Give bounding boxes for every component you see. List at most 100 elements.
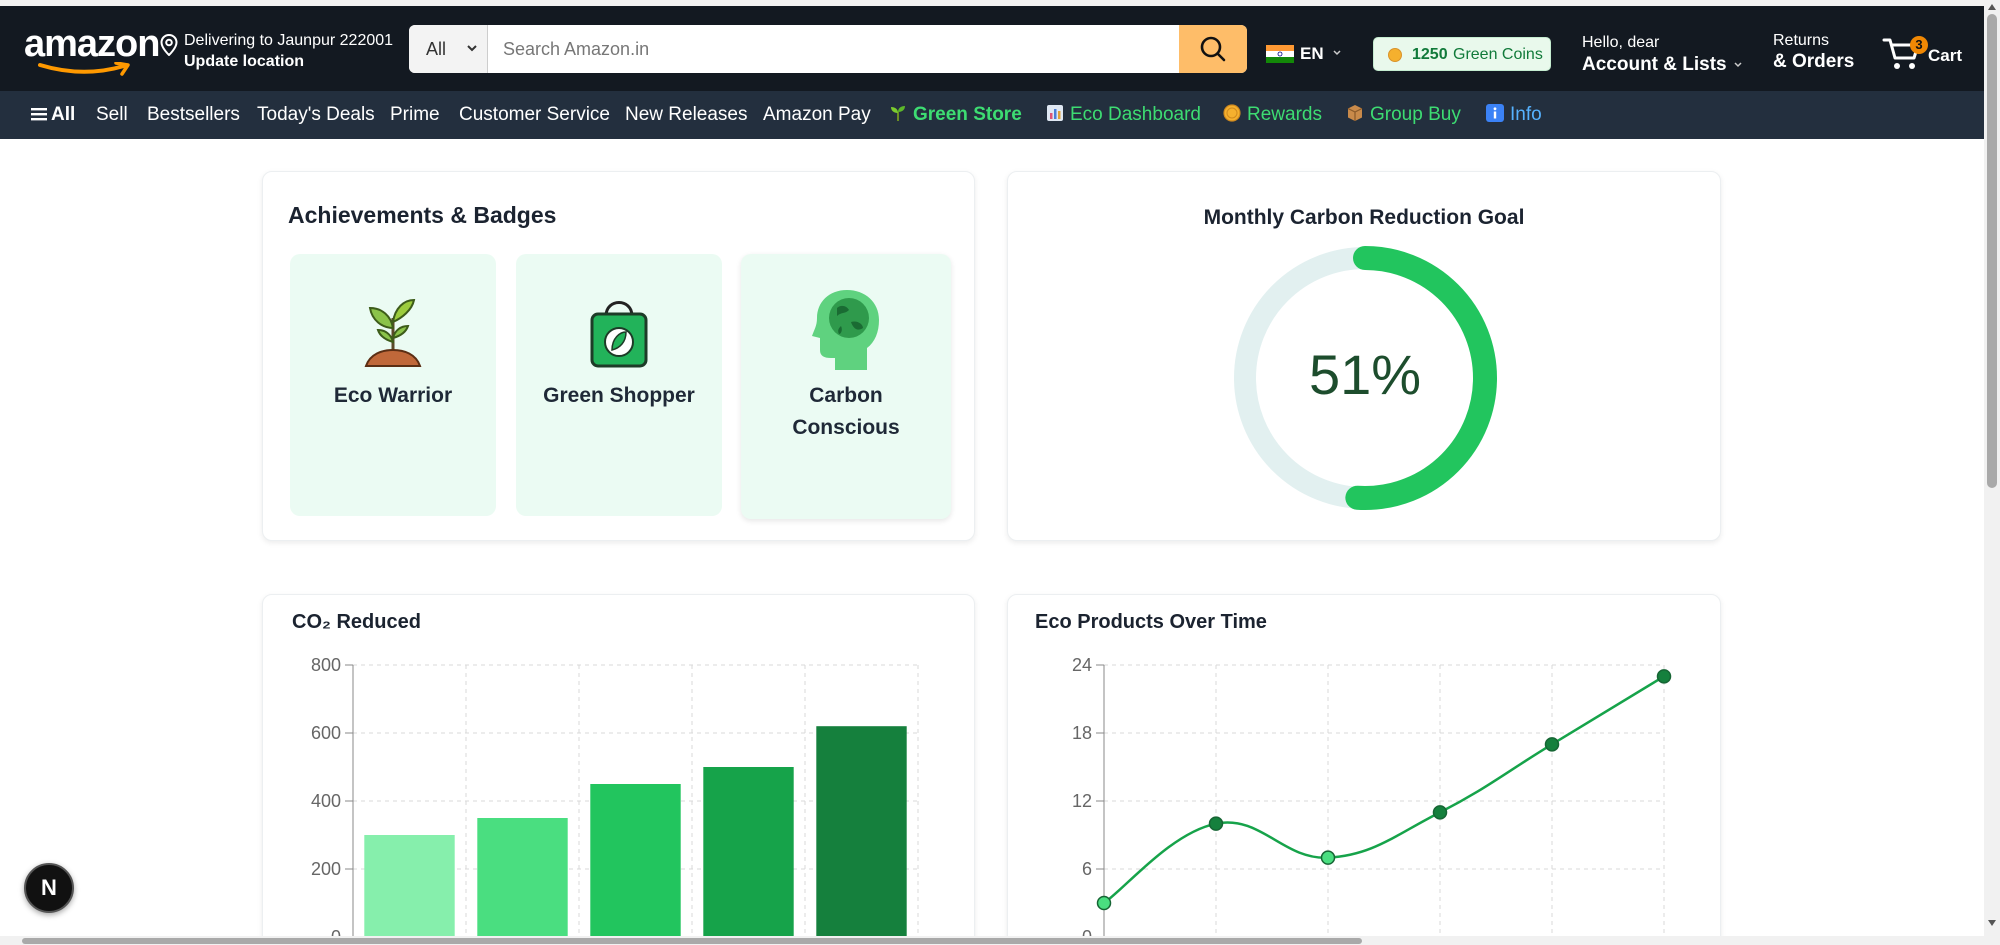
badge-name-text: Carbon Conscious [792,384,900,439]
co2-bar-chart: 0200400600800 [311,655,919,945]
amazon-logo[interactable]: amazon [24,23,160,76]
returns-orders[interactable]: Returns & Orders [1773,32,1863,73]
data-point [1208,816,1224,831]
secondary-nav: All Sell Bestsellers Today's Deals Prime… [0,91,1984,139]
y-tick-label: 400 [311,791,341,811]
badge-name: Green Shopper [543,384,695,407]
bar [364,835,455,937]
top-navbar: amazon Delivering to Jaunpur 222001 Upda… [0,6,1984,91]
chevron-down-icon [1734,62,1742,68]
data-point [1096,895,1112,911]
vertical-scrollbar[interactable] [1984,0,2000,945]
update-location-link[interactable]: Update location [184,53,304,71]
location-pin-icon [160,34,178,56]
green-coins-badge[interactable]: 1250 Green Coins [1373,37,1551,71]
nav-rewards[interactable]: Rewards [1223,104,1322,126]
search-category-value: All [426,39,447,59]
nav-new-releases[interactable]: New Releases [625,104,748,126]
y-tick-label: 200 [311,859,341,879]
y-tick-label: 12 [1072,791,1092,811]
account-lists-label: Account & Lists [1582,54,1742,76]
y-tick-label: 24 [1072,655,1092,675]
india-flag-icon [1266,45,1294,63]
orders-label: & Orders [1773,51,1855,72]
all-label: All [51,104,76,125]
search-input[interactable] [489,25,1187,73]
data-point [1544,737,1560,752]
dev-tools-widget-button[interactable]: N [24,863,74,913]
language-code: EN [1300,44,1324,63]
y-tick-label: 600 [311,723,341,743]
scrollbar-corner [1984,936,2000,945]
deliver-to-text: Delivering to Jaunpur 222001 [184,32,394,49]
hamburger-menu-icon [31,108,47,121]
package-icon [1347,105,1363,121]
badge-eco-warrior[interactable]: Eco Warrior [290,254,496,516]
group-buy-label: Group Buy [1370,104,1461,125]
bar [477,818,568,937]
nav-group-buy[interactable]: Group Buy [1346,104,1461,126]
bar [590,784,681,937]
scroll-down-arrow[interactable] [1988,920,1996,926]
scroll-up-arrow[interactable] [1988,4,1996,10]
eco-products-line-chart: 06121824 [1072,655,1672,945]
cart-label: Cart [1928,46,1963,65]
green-coins-count: 1250 [1412,46,1448,63]
nav-green-store[interactable]: Green Store [889,104,1022,126]
nav-bestsellers[interactable]: Bestsellers [147,104,240,126]
account-menu[interactable]: Hello, dear Account & Lists [1582,34,1742,76]
rewards-label: Rewards [1247,104,1322,125]
goal-title: Monthly Carbon Reduction Goal [1203,206,1525,229]
head-globe-icon [812,290,879,370]
vertical-scroll-thumb[interactable] [1987,14,1997,488]
y-tick-label: 18 [1072,723,1092,743]
nav-todays-deals[interactable]: Today's Deals [257,104,375,126]
search-button[interactable] [1179,25,1247,73]
nav-info[interactable]: Info [1486,104,1542,126]
horizontal-scroll-thumb[interactable] [22,938,1362,944]
logo-text: amazon [24,23,160,65]
bar [816,726,907,937]
search-category-select[interactable]: All [409,25,488,73]
badge-green-shopper[interactable]: Green Shopper [516,254,722,516]
nav-prime[interactable]: Prime [390,104,440,126]
coin-icon [1223,104,1241,122]
chevron-down-icon [467,45,477,52]
data-point [1432,805,1448,820]
nav-sell[interactable]: Sell [96,104,128,126]
achievements-title: Achievements & Badges [288,202,557,228]
green-store-label: Green Store [913,104,1022,125]
carbon-goal-card: Monthly Carbon Reduction Goal 51% [1007,171,1721,541]
eco-dashboard-label: Eco Dashboard [1070,104,1201,125]
coin-icon [1388,48,1402,62]
returns-label: Returns [1773,32,1830,49]
all-menu-button[interactable]: All [31,104,75,126]
badge-carbon-conscious[interactable]: Carbon Conscious [741,254,951,519]
badge-name: Carbon Conscious [741,380,951,444]
info-icon [1486,104,1504,122]
y-tick-label: 6 [1082,859,1092,879]
shopping-bag-leaf-icon [590,301,648,368]
green-coins-label: Green Coins [1453,46,1543,63]
app-root: amazon Delivering to Jaunpur 222001 Upda… [0,0,2000,945]
seedling-icon [891,106,905,121]
cart-button[interactable]: 3 Cart [1882,30,1972,76]
info-label: Info [1510,104,1542,125]
bar [703,767,794,937]
chevron-down-icon [1333,50,1341,56]
badge-name: Eco Warrior [333,384,453,407]
achievements-card: Achievements & Badges Eco Warrior Green … [262,171,975,541]
nav-amazon-pay[interactable]: Amazon Pay [763,104,871,126]
search-bar: All [409,25,1247,73]
data-point [1656,669,1672,684]
cart-count-badge: 3 [1910,36,1928,54]
delivery-location[interactable]: Delivering to Jaunpur 222001 Update loca… [160,28,400,72]
search-icon [1200,36,1226,62]
nav-customer-service[interactable]: Customer Service [459,104,610,126]
horizontal-scrollbar[interactable] [0,936,1984,945]
co2-reduced-card: CO₂ Reduced 0200400600800 [262,594,975,945]
account-lists-text: Account & Lists [1582,54,1727,75]
nav-eco-dashboard[interactable]: Eco Dashboard [1046,104,1201,126]
eco-products-card: Eco Products Over Time 06121824 [1007,594,1721,945]
y-tick-label: 800 [311,655,341,675]
